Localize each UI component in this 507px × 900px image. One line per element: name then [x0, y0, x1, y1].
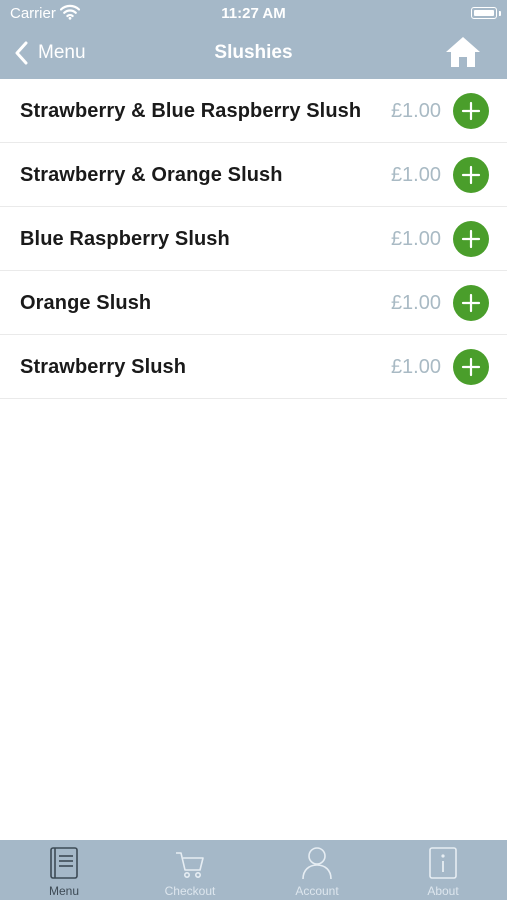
list-item[interactable]: Blue Raspberry Slush £1.00: [0, 207, 507, 271]
item-name: Blue Raspberry Slush: [20, 228, 230, 250]
battery-icon: [471, 7, 497, 19]
list-item[interactable]: Strawberry & Blue Raspberry Slush £1.00: [0, 79, 507, 143]
item-price: £1.00: [390, 100, 441, 122]
add-button[interactable]: [453, 221, 489, 257]
item-name: Strawberry Slush: [20, 356, 187, 378]
add-button[interactable]: [453, 157, 489, 193]
tab-label: Menu: [48, 884, 80, 898]
plus-icon: [461, 293, 481, 313]
tab-label: Checkout: [164, 884, 216, 898]
tab-about[interactable]: About: [380, 840, 506, 900]
item-name: Strawberry & Blue Raspberry Slush: [20, 100, 362, 122]
cart-icon: [176, 852, 204, 878]
item-name: Orange Slush: [20, 292, 152, 314]
tab-menu[interactable]: Menu: [1, 840, 127, 900]
home-button[interactable]: [445, 36, 481, 73]
item-price: £1.00: [390, 356, 441, 378]
menu-book-icon: [50, 847, 78, 879]
info-icon: [429, 847, 457, 879]
list-item[interactable]: Strawberry Slush £1.00: [0, 335, 507, 399]
plus-icon: [461, 165, 481, 185]
add-button[interactable]: [453, 285, 489, 321]
item-price: £1.00: [390, 292, 441, 314]
product-list: Strawberry & Blue Raspberry Slush £1.00 …: [0, 79, 507, 399]
top-bar: Carrier 11:27 AM Menu Slushies: [0, 0, 507, 79]
list-item[interactable]: Orange Slush £1.00: [0, 271, 507, 335]
tab-checkout[interactable]: Checkout: [127, 840, 253, 900]
list-item[interactable]: Strawberry & Orange Slush £1.00: [0, 143, 507, 207]
plus-icon: [461, 101, 481, 121]
navigation-bar: Menu Slushies: [0, 28, 507, 79]
page-title: Slushies: [214, 42, 293, 63]
status-time: 11:27 AM: [221, 5, 286, 22]
item-price: £1.00: [390, 228, 441, 250]
item-name: Strawberry & Orange Slush: [20, 164, 283, 186]
status-bar: Carrier 11:27 AM: [0, 0, 507, 28]
add-button[interactable]: [453, 349, 489, 385]
plus-icon: [461, 229, 481, 249]
tab-account[interactable]: Account: [254, 840, 380, 900]
tab-label: About: [427, 884, 459, 898]
user-icon: [302, 847, 332, 880]
item-price: £1.00: [390, 164, 441, 186]
tab-bar: Menu Checkout Account About: [0, 840, 507, 900]
tab-label: Account: [295, 884, 339, 898]
home-icon: [446, 37, 480, 67]
plus-icon: [461, 357, 481, 377]
battery-tip: [499, 11, 501, 16]
add-button[interactable]: [453, 93, 489, 129]
